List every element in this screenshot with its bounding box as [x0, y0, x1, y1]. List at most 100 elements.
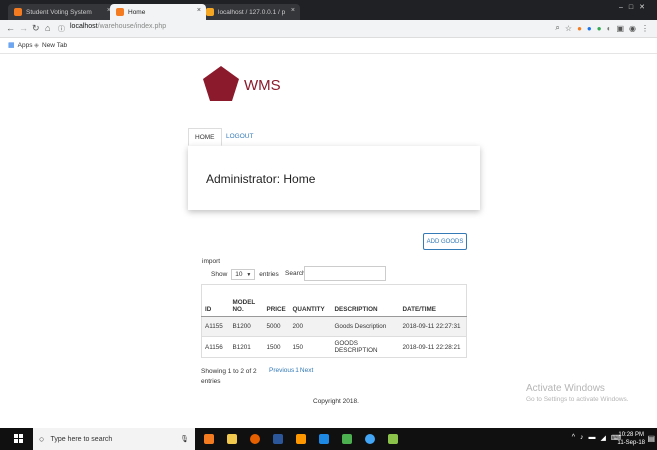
reload-icon[interactable]: ↻: [32, 23, 40, 34]
table-header-row: ID MODEL NO. PRICE QUANTITY DESCRIPTION …: [201, 284, 467, 317]
bookmark-label: Apps: [17, 41, 33, 49]
entries-value: 10: [235, 271, 243, 278]
forward-icon[interactable]: →: [19, 23, 28, 33]
volume-icon[interactable]: ♪: [580, 434, 584, 442]
app-notepad-icon[interactable]: [384, 431, 401, 447]
app-word-icon[interactable]: [269, 431, 286, 447]
page-title: Administrator: Home: [206, 172, 316, 186]
app-chrome-icon[interactable]: [361, 431, 378, 447]
browser-tab-bar: Student Voting System × localhost / 127.…: [0, 0, 657, 20]
app-window-icon[interactable]: [338, 431, 355, 447]
bookmark-label: New Tab: [42, 41, 68, 49]
entries-label: entries: [259, 271, 279, 278]
apps-grid-icon: ▦: [8, 42, 15, 49]
windows-start-icon[interactable]: [14, 434, 24, 444]
clock-date: 11-Sep-18: [617, 440, 645, 446]
add-goods-button[interactable]: ADD GOODS: [423, 233, 467, 250]
extension-toggle-icon[interactable]: ◐: [607, 24, 612, 33]
cell-id: A1155: [201, 316, 230, 337]
cast-icon[interactable]: ▣: [616, 24, 624, 33]
activate-windows-watermark: Activate Windows Go to Settings to activ…: [526, 383, 629, 403]
footer-copyright: Copyright 2018.: [313, 398, 359, 405]
microphone-icon[interactable]: 🎙: [180, 435, 189, 443]
col-quantity[interactable]: QUANTITY: [289, 284, 332, 317]
cell-quantity: 200: [289, 316, 332, 337]
cell-price: 5000: [263, 316, 290, 337]
col-price[interactable]: PRICE: [263, 284, 290, 317]
table-row: A1156 B1201 1500 150 GOODS DESCRIPTION 2…: [201, 336, 467, 358]
search-placeholder: Type here to search: [50, 435, 113, 443]
zoom-icon[interactable]: ⌕: [555, 23, 559, 33]
extension-icons: ⌕ ☆ ● ● ● ◐ ▣ ◉ ⋮: [555, 23, 649, 33]
import-link[interactable]: import: [202, 258, 220, 265]
table-row: A1155 B1200 5000 200 Goods Description 2…: [201, 316, 467, 337]
chevron-down-icon: ▼: [246, 271, 252, 278]
url-host: localhost: [70, 23, 98, 30]
cell-price: 1500: [263, 336, 290, 358]
browser-tab-phpmyadmin[interactable]: localhost / 127.0.0.1 / p ×: [200, 4, 300, 20]
notification-icon[interactable]: ▤: [647, 434, 655, 443]
extension-blue-icon[interactable]: ●: [587, 24, 592, 33]
close-tab-icon[interactable]: ×: [291, 7, 295, 14]
browser-tab-home[interactable]: Home ×: [110, 4, 206, 20]
cell-id: A1156: [201, 336, 230, 358]
col-datetime[interactable]: DATE/TIME: [399, 284, 467, 317]
nav-tabs: HOME LOGOUT: [188, 128, 480, 146]
windows-taskbar: ○ Type here to search 🎙 ^ ♪ ▬ ◢ ⌨ 10:28 …: [0, 428, 657, 450]
cell-quantity: 150: [289, 336, 332, 358]
table-info: Showing 1 to 2 of 2 entries: [201, 368, 257, 385]
tray-chevron-icon[interactable]: ^: [572, 434, 575, 442]
bookmark-new-tab[interactable]: ◈ New Tab: [34, 41, 68, 50]
favicon-icon: [116, 8, 124, 16]
window-controls[interactable]: ‒□✕: [619, 3, 651, 11]
close-tab-icon[interactable]: ×: [197, 7, 201, 14]
tab-logout[interactable]: LOGOUT: [220, 128, 259, 146]
extension-orange-icon[interactable]: ●: [577, 24, 582, 33]
tab-title: Student Voting System: [26, 8, 92, 16]
col-model[interactable]: MODEL NO.: [229, 284, 264, 317]
watermark-title: Activate Windows: [526, 383, 605, 394]
col-id[interactable]: ID: [201, 284, 230, 317]
cell-model: B1200: [229, 316, 264, 337]
cell-description: Goods Description: [331, 316, 400, 337]
home-icon[interactable]: ⌂: [45, 23, 50, 33]
search-input[interactable]: [304, 266, 386, 281]
tab-home[interactable]: HOME: [188, 128, 222, 146]
extension-green-icon[interactable]: ●: [597, 24, 602, 33]
favicon-icon: [14, 8, 22, 16]
taskbar-search-input[interactable]: ○ Type here to search 🎙: [33, 428, 195, 450]
cell-datetime: 2018-09-11 22:27:31: [399, 316, 467, 337]
browser-tab-voting[interactable]: Student Voting System ×: [8, 4, 116, 20]
menu-icon[interactable]: ⋮: [641, 24, 649, 33]
bookmark-apps[interactable]: ▦ Apps: [8, 41, 33, 50]
cell-model: B1201: [229, 336, 264, 358]
star-icon[interactable]: ☆: [565, 24, 572, 33]
network-icon[interactable]: ◢: [601, 434, 606, 442]
cortana-icon: ○: [39, 434, 45, 444]
address-bar: ← → ↻ ⌂ ⓘ localhost/warehouse/index.php …: [0, 20, 657, 38]
tab-title: Home: [128, 8, 146, 16]
app-xampp-icon[interactable]: [200, 431, 217, 447]
app-sublime-icon[interactable]: [292, 431, 309, 447]
next-link[interactable]: Next: [300, 367, 313, 374]
new-tab-icon: ◈: [34, 42, 39, 49]
app-firefox-icon[interactable]: [246, 431, 263, 447]
page-link-1[interactable]: 1: [295, 367, 299, 374]
col-description[interactable]: DESCRIPTION: [331, 284, 400, 317]
taskbar-apps: [200, 431, 401, 447]
cell-description: GOODS DESCRIPTION: [331, 336, 400, 358]
app-files-icon[interactable]: [223, 431, 240, 447]
battery-icon[interactable]: ▬: [589, 434, 596, 442]
pagination: Previous 1 Next: [269, 367, 313, 374]
entries-select[interactable]: 10 ▼: [231, 269, 256, 280]
previous-link[interactable]: Previous: [269, 367, 294, 374]
app-terminal-icon[interactable]: [315, 431, 332, 447]
home-panel: Administrator: Home: [188, 146, 480, 210]
back-icon[interactable]: ←: [6, 23, 15, 33]
profile-icon[interactable]: ◉: [629, 24, 636, 33]
taskbar-clock[interactable]: 10:28 PM 11-Sep-18: [617, 431, 645, 447]
cell-datetime: 2018-09-11 22:28:21: [399, 336, 467, 358]
watermark-subtitle: Go to Settings to activate Windows.: [526, 396, 629, 403]
url-field[interactable]: localhost/warehouse/index.php: [70, 23, 166, 30]
bookmarks-bar: ▦ Apps ◈ New Tab: [0, 38, 657, 54]
